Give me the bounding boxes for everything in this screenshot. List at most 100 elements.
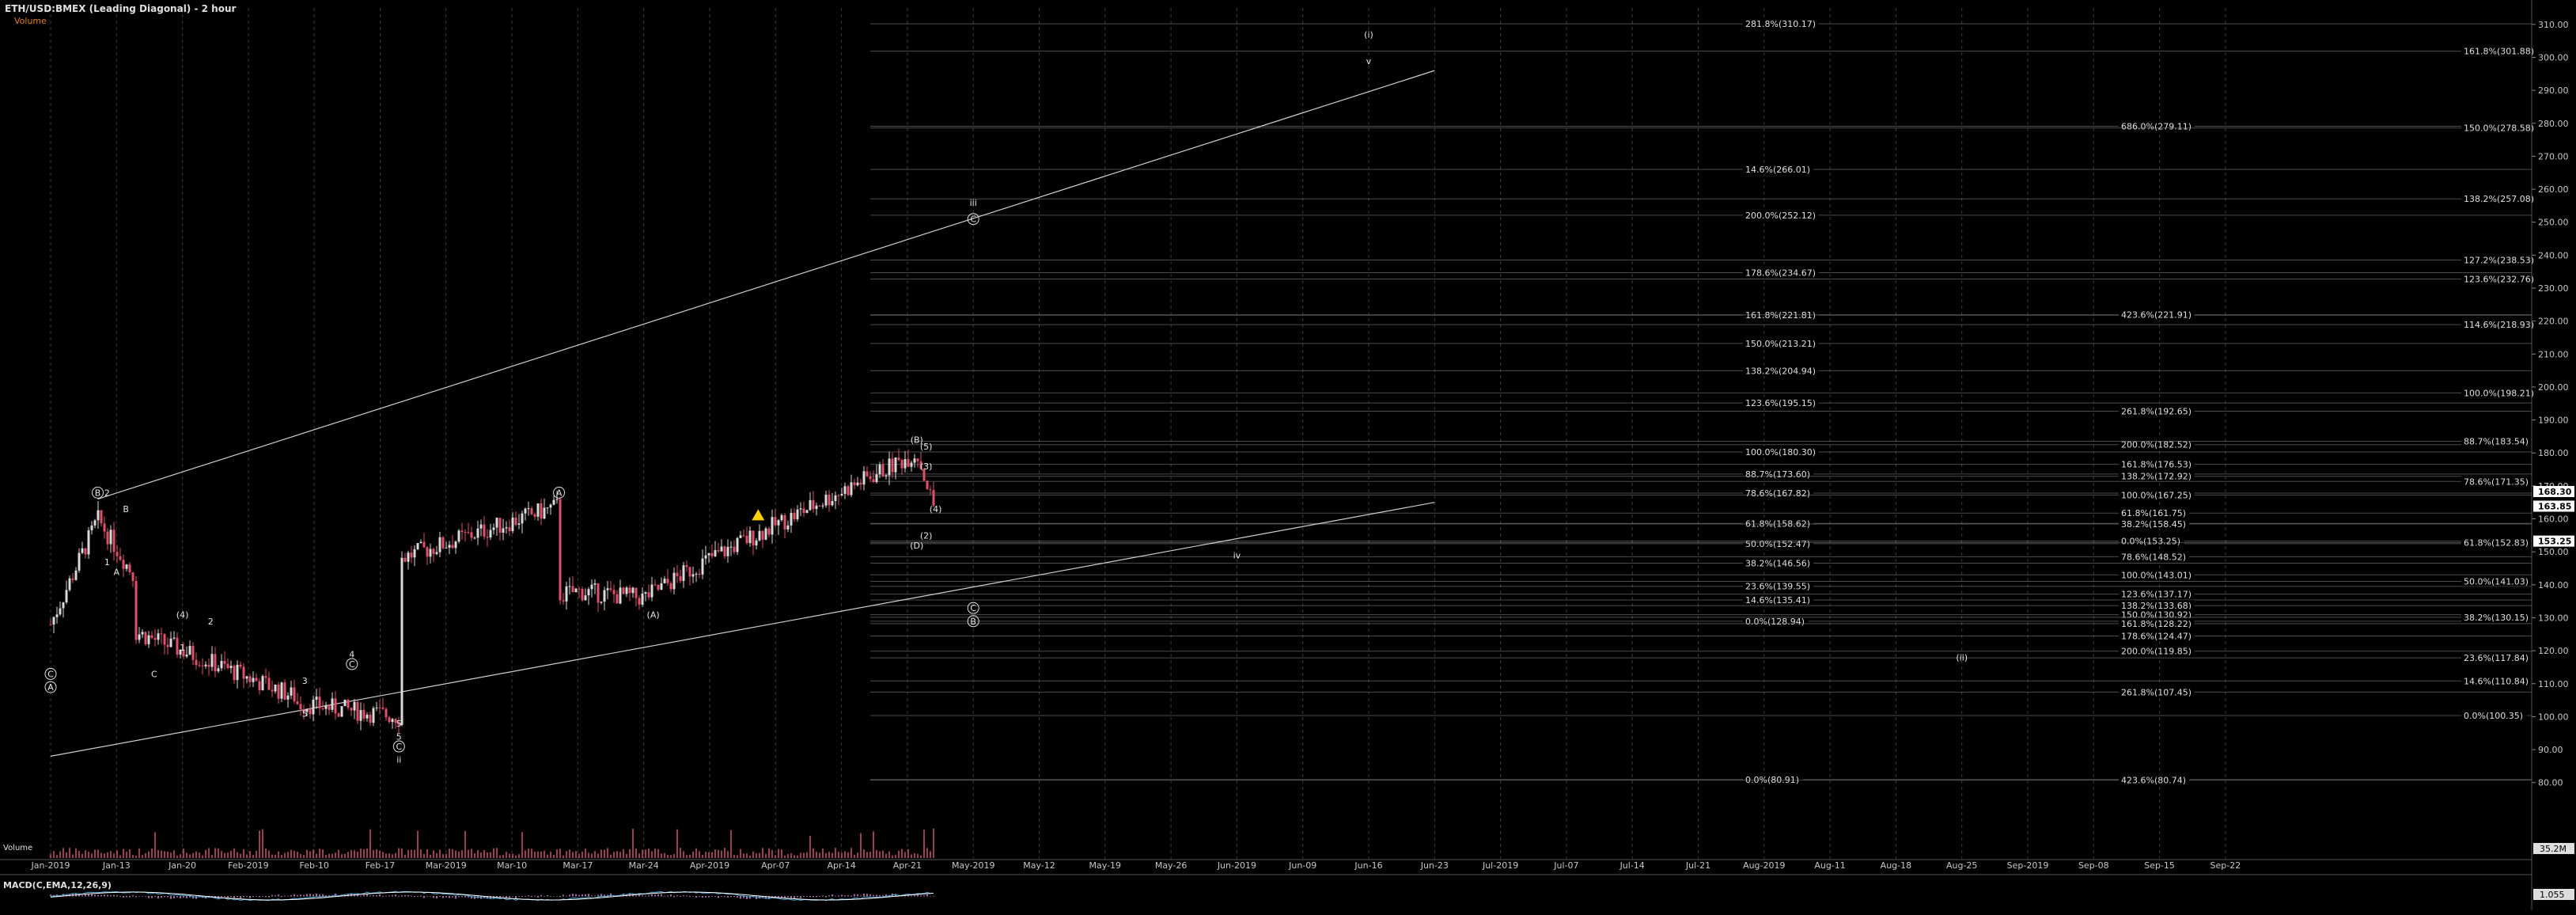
- volume-bar: [803, 852, 805, 858]
- fib-col1-label: 88.7%(173.60): [1745, 469, 1810, 480]
- volume-bar: [512, 853, 513, 858]
- macd-histogram-bar: [844, 895, 846, 897]
- volume-bar: [97, 849, 99, 858]
- volume-bar: [63, 848, 64, 858]
- fib-right-label: 114.6%(218.93): [2464, 320, 2534, 330]
- y-tick-label: 100.00: [2538, 712, 2569, 722]
- volume-bar: [898, 850, 900, 858]
- macd-histogram-bar: [572, 894, 574, 897]
- candle-body: [204, 664, 207, 666]
- volume-bar: [221, 851, 222, 858]
- x-tick-label: Jul-14: [1619, 860, 1645, 871]
- candle-body: [223, 661, 226, 664]
- volume-bar: [78, 850, 80, 858]
- last-price-tag-label: 163.85: [2538, 501, 2571, 511]
- macd-histogram-bar: [588, 894, 589, 897]
- candle-body: [685, 565, 688, 568]
- candle-body: [679, 575, 682, 581]
- volume-bar: [214, 848, 216, 858]
- volume-bar: [94, 849, 96, 858]
- candle-body: [413, 549, 416, 558]
- candle-body: [524, 508, 527, 514]
- candle-body: [682, 565, 685, 581]
- candle-body: [410, 552, 413, 558]
- volume-bar: [882, 850, 884, 858]
- macd-histogram-bar: [252, 896, 254, 898]
- macd-histogram-bar: [718, 896, 719, 898]
- volume-bar: [379, 851, 381, 858]
- candle-body: [660, 583, 663, 590]
- volume-bar: [857, 852, 858, 858]
- macd-histogram-bar: [240, 896, 241, 899]
- fib-right-label: 127.2%(238.53): [2464, 255, 2534, 265]
- volume-bar: [211, 855, 213, 858]
- macd-histogram-bar: [297, 895, 298, 897]
- volume-bar: [205, 849, 206, 858]
- candle-body: [723, 546, 726, 556]
- fib-col1-label: 200.0%(252.12): [1745, 211, 1816, 221]
- candle-body: [103, 523, 106, 532]
- fib-col2-label: 38.2%(158.45): [2121, 519, 2186, 530]
- volume-bar: [290, 849, 292, 858]
- volume-bar: [439, 849, 441, 858]
- y-tick-label: 210.00: [2538, 349, 2569, 359]
- candle-body: [236, 664, 239, 681]
- volume-bar: [490, 852, 491, 858]
- volume-bar: [135, 855, 137, 858]
- volume-bar: [844, 851, 846, 858]
- wave-label: B: [95, 488, 101, 498]
- candle-body: [641, 593, 644, 605]
- volume-bar: [309, 851, 311, 858]
- macd-histogram-bar: [651, 894, 653, 897]
- candle-body: [593, 583, 597, 585]
- candle-body: [419, 541, 422, 544]
- wave-labels: CAB 2B1A(4)21C354C55CiiA(A)(B)(5)(3)(4)(2…: [44, 29, 1968, 765]
- volume-bar: [629, 849, 631, 858]
- volume-bar: [382, 852, 384, 858]
- wave-label: ii: [396, 755, 401, 765]
- volume-bar: [610, 854, 612, 858]
- volume-bar: [154, 832, 156, 858]
- volume-bar: [331, 853, 333, 858]
- volume-bar: [632, 829, 634, 858]
- candle-body: [625, 587, 628, 594]
- y-tick-label: 200.00: [2538, 382, 2569, 393]
- macd-histogram-bar: [173, 896, 175, 898]
- wave-label: 2: [208, 617, 214, 627]
- macd-histogram-bar: [721, 896, 722, 897]
- volume-bar: [445, 853, 447, 858]
- macd-histogram-bar: [869, 894, 871, 897]
- candle-body: [878, 464, 881, 475]
- candle-body: [290, 687, 293, 696]
- macd-histogram-bar: [94, 894, 96, 897]
- candle-body: [74, 570, 78, 580]
- volume-bar: [256, 850, 257, 858]
- fib-col2-label: 261.8%(192.65): [2121, 407, 2191, 417]
- volume-bar: [116, 850, 118, 858]
- volume-bar: [66, 852, 67, 858]
- macd-histogram-bar: [442, 896, 444, 898]
- candle-body: [460, 530, 464, 532]
- volume-bar: [809, 835, 811, 858]
- volume-bar: [294, 850, 295, 858]
- volume-bar: [515, 855, 517, 858]
- candle-body: [821, 505, 824, 507]
- candle-body: [340, 706, 343, 717]
- candle-body: [435, 552, 438, 554]
- y-tick-label: 260.00: [2538, 184, 2569, 195]
- macd-histogram-bar: [664, 896, 665, 897]
- volume-bar: [72, 854, 74, 858]
- candle-body: [248, 676, 252, 682]
- macd-histogram-bar: [360, 895, 362, 897]
- candle-body: [672, 572, 676, 590]
- volume-bar: [297, 852, 298, 858]
- wave-label: (2): [920, 531, 933, 541]
- macd-histogram-bar: [692, 895, 694, 897]
- candle-body: [824, 494, 828, 506]
- candle-body: [581, 588, 584, 601]
- volume-bar: [392, 854, 393, 858]
- volume-bar: [926, 848, 928, 858]
- candle-body: [691, 574, 695, 577]
- candle-body: [894, 458, 897, 473]
- volume-bar: [521, 832, 523, 858]
